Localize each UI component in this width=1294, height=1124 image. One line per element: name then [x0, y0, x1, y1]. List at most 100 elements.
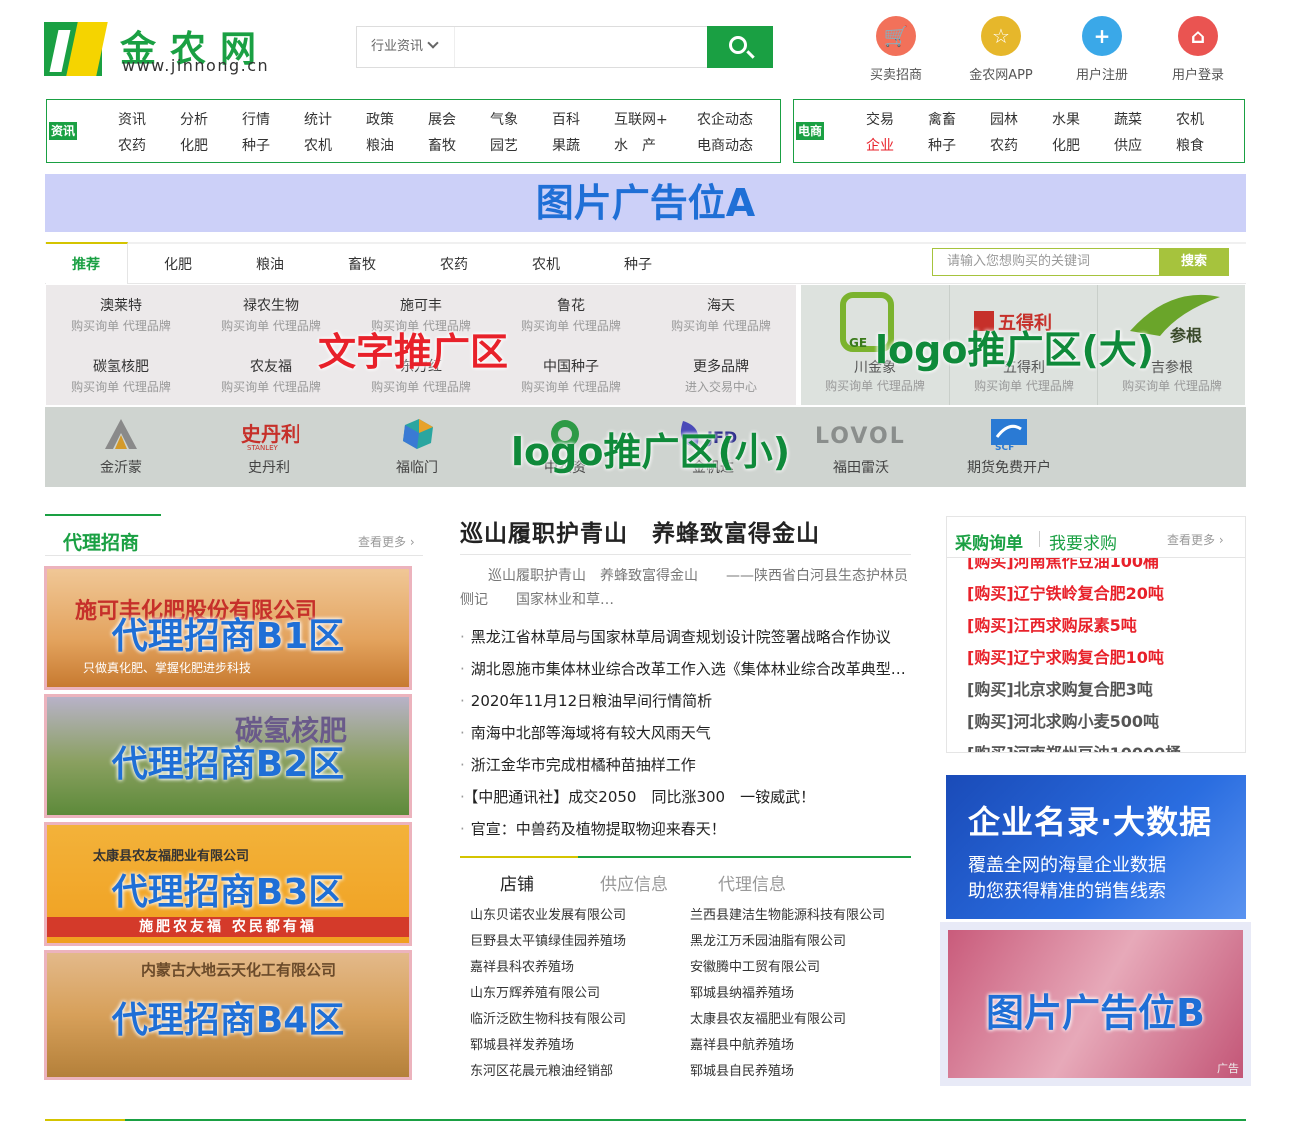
nav-link[interactable]: 园艺	[490, 135, 518, 155]
nav-link[interactable]: 政策	[366, 109, 394, 129]
nav-link[interactable]: 畜牧	[428, 135, 456, 155]
tab-supply[interactable]: 供应信息	[600, 870, 668, 895]
purchase-item[interactable]: [购买]河南焦作豆油100桶	[967, 558, 1159, 572]
news-item[interactable]: 黑龙江省林草局与国家林草局调查规划设计院签署战略合作协议	[460, 626, 911, 647]
bigdata-ad[interactable]: 企业名录·大数据 覆盖全网的海量企业数据 助您获得精准的销售线索	[946, 775, 1246, 919]
brand-item[interactable]: 碳氢核肥 购买询单 代理品牌	[46, 356, 196, 395]
tab-shops[interactable]: 店铺	[500, 870, 534, 895]
news-item[interactable]: 2020年11月12日粮油早间行情简析	[460, 690, 911, 711]
news-item[interactable]: 南海中北部等海域将有较大风雨天气	[460, 722, 911, 743]
nav-link[interactable]: 园林	[990, 109, 1018, 129]
purchase-item[interactable]: [购买]河北求购小麦500吨	[967, 708, 1159, 732]
nav-link[interactable]: 粮油	[366, 135, 394, 155]
shop-link[interactable]: 郓城县纳福养殖场	[690, 982, 794, 1001]
nav-link[interactable]: 展会	[428, 109, 456, 129]
nav-link[interactable]: 百科	[552, 109, 580, 129]
search-category-select[interactable]: 行业资讯	[357, 27, 455, 67]
agent-more-link[interactable]: 查看更多 ›	[358, 533, 415, 550]
site-logo-mark[interactable]	[44, 22, 102, 76]
tab-grain-oil[interactable]: 粮油	[256, 254, 284, 274]
nav-link[interactable]: 电商动态	[697, 135, 753, 155]
nav-link[interactable]: 统计	[304, 109, 332, 129]
agent-banner-b2[interactable]: 碳氢核肥 代理招商B2区	[44, 694, 412, 818]
shop-link[interactable]: 郓城县自民养殖场	[690, 1060, 794, 1079]
tab-machinery[interactable]: 农机	[532, 254, 560, 274]
purchase-item[interactable]: [购买]河南郑州豆油10000桶	[967, 740, 1181, 752]
shop-link[interactable]: 山东贝诺农业发展有限公司	[470, 904, 626, 923]
small-logo-item[interactable]: LOVOL 福田雷沃	[787, 407, 935, 487]
news-item[interactable]: 官宣：中兽药及植物提取物迎来春天！	[460, 818, 911, 839]
top-link-register[interactable]: + 用户注册	[1062, 16, 1142, 83]
small-logo-item[interactable]: 福临门	[343, 407, 491, 487]
purchase-item[interactable]: [购买]江西求购尿素5吨	[967, 612, 1137, 636]
agent-banner-b1[interactable]: 施可丰化肥股份有限公司 只做真化肥、掌握化肥进步科技 代理招商B1区	[44, 566, 412, 690]
tab-seed[interactable]: 种子	[624, 254, 652, 274]
nav-link[interactable]: 交易	[866, 109, 894, 129]
news-item[interactable]: 【中肥通讯社】成交2050 同比涨300 一铵威武！	[460, 786, 911, 807]
nav-link[interactable]: 资讯	[118, 109, 146, 129]
shop-link[interactable]: 兰西县建洁生物能源科技有限公司	[690, 904, 885, 923]
shop-link[interactable]: 黑龙江万禾园油脂有限公司	[690, 930, 846, 949]
news-headline[interactable]: 巡山履职护青山 养蜂致富得金山	[460, 514, 820, 548]
nav-link[interactable]: 农药	[990, 135, 1018, 155]
small-logo-item[interactable]: 史丹利 STANLEY 史丹利	[195, 407, 343, 487]
purchase-item[interactable]: [购买]辽宁铁岭复合肥20吨	[967, 580, 1164, 604]
nav-link[interactable]: 分析	[180, 109, 208, 129]
news-item[interactable]: 浙江金华市完成柑橘种苗抽样工作	[460, 754, 911, 775]
tab-livestock[interactable]: 畜牧	[348, 254, 376, 274]
tab-pesticide[interactable]: 农药	[440, 254, 468, 274]
nav-link[interactable]: 粮食	[1176, 135, 1204, 155]
shop-link[interactable]: 东河区花晨元粮油经销部	[470, 1060, 613, 1079]
shop-link[interactable]: 嘉祥县中航养殖场	[690, 1034, 794, 1053]
brand-item[interactable]: 澳莱特 购买询单 代理品牌	[46, 295, 196, 334]
nav-link[interactable]: 化肥	[180, 135, 208, 155]
nav-link[interactable]: 农机	[1176, 109, 1204, 129]
brand-item[interactable]: 中国种子 购买询单 代理品牌	[496, 356, 646, 395]
nav-link[interactable]: 农企动态	[697, 109, 753, 129]
news-item[interactable]: 湖北恩施市集体林业综合改革工作入选《集体林业综合改革典型案例》	[460, 658, 911, 679]
small-logo-item[interactable]: 金沂蒙	[47, 407, 195, 487]
tab-want-buy[interactable]: 我要求购	[1049, 529, 1117, 554]
brand-item[interactable]: 海天 购买询单 代理品牌	[646, 295, 796, 334]
nav-link[interactable]: 互联网+	[614, 109, 668, 129]
agent-banner-b3[interactable]: 太康县农友福肥业有限公司 施肥农友福 农民都有福 代理招商B3区	[44, 822, 412, 946]
nav-link[interactable]: 企业	[866, 135, 894, 155]
agent-banner-b4[interactable]: 内蒙古大地云天化工有限公司 代理招商B4区	[44, 950, 412, 1080]
tab-purchase-inquiry[interactable]: 采购询单	[955, 529, 1023, 554]
brand-item[interactable]: 鲁花 购买询单 代理品牌	[496, 295, 646, 334]
nav-link[interactable]: 禽畜	[928, 109, 956, 129]
tab-recommend[interactable]: 推荐	[72, 254, 100, 274]
news-summary[interactable]: 巡山履职护青山 养蜂致富得金山 ——陕西省白河县生态护林员侧记 国家林业和草…	[460, 564, 911, 612]
nav-link[interactable]: 农机	[304, 135, 332, 155]
nav-link[interactable]: 气象	[490, 109, 518, 129]
nav-link[interactable]: 果蔬	[552, 135, 580, 155]
brand-item[interactable]: 更多品牌 进入交易中心	[646, 356, 796, 395]
nav-link[interactable]: 化肥	[1052, 135, 1080, 155]
nav-link[interactable]: 种子	[928, 135, 956, 155]
purchase-item[interactable]: [购买]北京求购复合肥3吨	[967, 676, 1153, 700]
nav-link[interactable]: 蔬菜	[1114, 109, 1142, 129]
search-button[interactable]	[707, 26, 773, 68]
tab-agency-info[interactable]: 代理信息	[718, 870, 786, 895]
nav-link[interactable]: 水 产	[614, 135, 656, 155]
nav-link[interactable]: 水果	[1052, 109, 1080, 129]
shop-link[interactable]: 巨野县太平镇绿佳园养殖场	[470, 930, 626, 949]
keyword-search-input[interactable]: 请输入您想购买的关键词	[932, 248, 1160, 276]
nav-link[interactable]: 行情	[242, 109, 270, 129]
purchase-more-link[interactable]: 查看更多 ›	[1167, 531, 1224, 548]
top-link-trade[interactable]: 🛒 买卖招商	[856, 16, 936, 83]
nav-link[interactable]: 供应	[1114, 135, 1142, 155]
small-logo-item[interactable]: SCF 期货免费开户	[935, 407, 1083, 487]
ad-slot-b[interactable]: 图片广告位B 广告	[940, 922, 1251, 1086]
purchase-item[interactable]: [购买]辽宁求购复合肥10吨	[967, 644, 1164, 668]
top-link-login[interactable]: ⌂ 用户登录	[1158, 16, 1238, 83]
shop-link[interactable]: 安徽腾中工贸有限公司	[690, 956, 820, 975]
search-input[interactable]	[455, 27, 707, 67]
shop-link[interactable]: 临沂泛欧生物科技有限公司	[470, 1008, 626, 1027]
shop-link[interactable]: 太康县农友福肥业有限公司	[690, 1008, 846, 1027]
shop-link[interactable]: 嘉祥县科农养殖场	[470, 956, 574, 975]
shop-link[interactable]: 郓城县祥发养殖场	[470, 1034, 574, 1053]
ad-slot-a[interactable]: 图片广告位A	[45, 174, 1246, 232]
tab-fertilizer[interactable]: 化肥	[164, 254, 192, 274]
keyword-search-button[interactable]: 搜索	[1159, 248, 1229, 276]
